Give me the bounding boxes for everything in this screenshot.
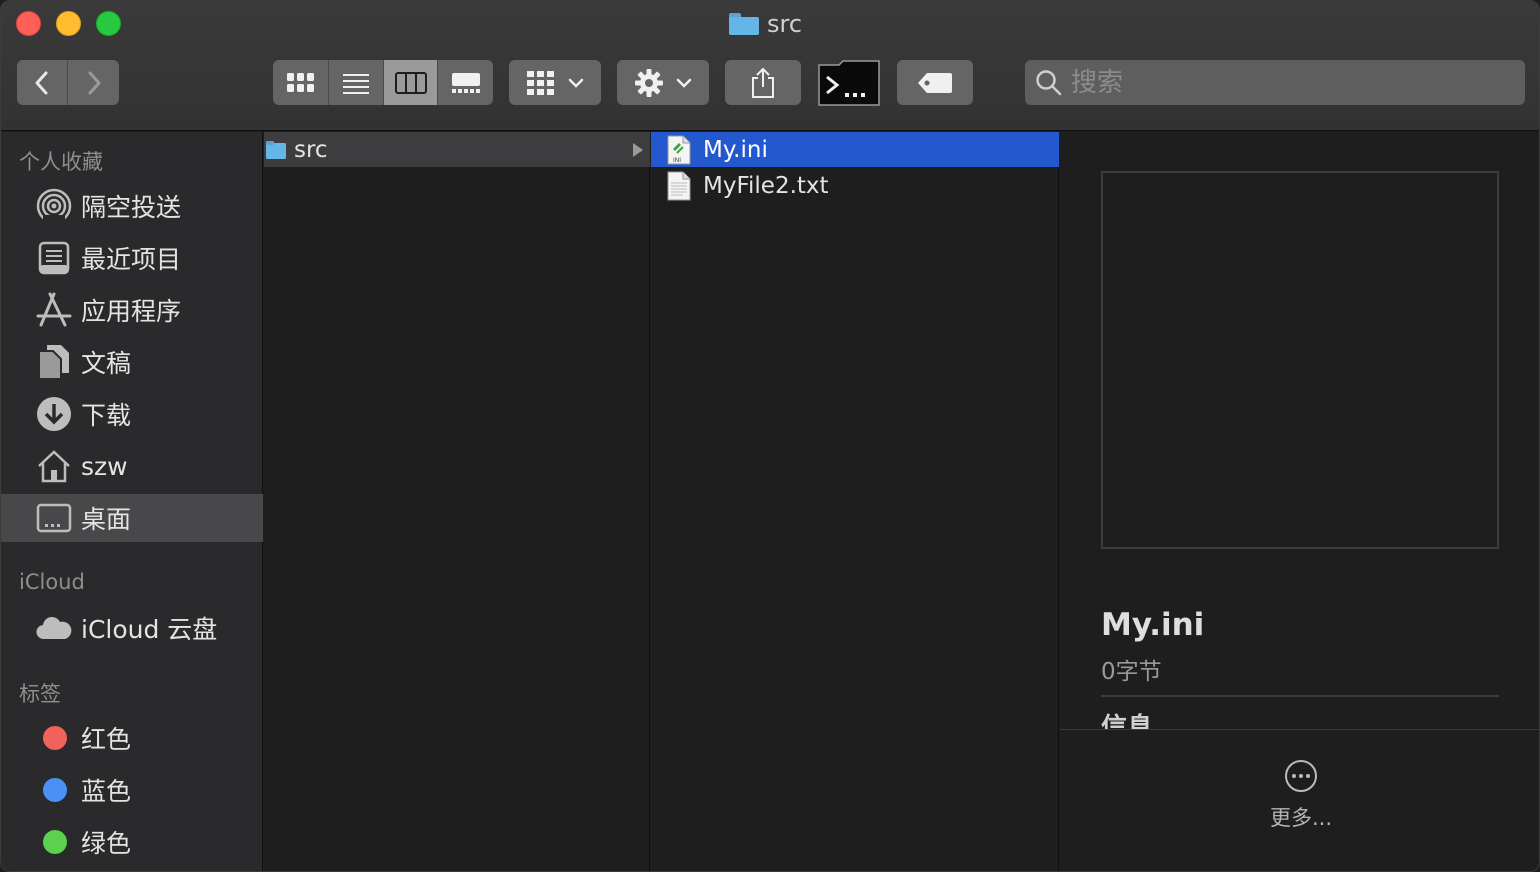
minimize-window-button[interactable] <box>56 11 81 36</box>
sidebar-item-label: iCloud 云盘 <box>81 615 218 644</box>
text-file-icon <box>667 171 691 201</box>
share-button[interactable] <box>725 60 801 105</box>
home-icon <box>35 447 73 485</box>
preview-file-name: My.ini <box>1101 607 1205 643</box>
sidebar-item-label: 桌面 <box>81 505 132 534</box>
sidebar-item-label: 文稿 <box>81 349 132 378</box>
chevron-down-icon <box>568 78 584 88</box>
columns-icon <box>394 71 427 94</box>
tags-button[interactable] <box>897 60 973 105</box>
sidebar-item-home[interactable]: szw <box>1 442 263 490</box>
folder-icon <box>729 13 759 35</box>
icon-view-button[interactable] <box>273 60 329 105</box>
forward-button[interactable] <box>68 60 119 105</box>
tag-icon <box>918 72 952 93</box>
list-item[interactable]: src <box>264 132 650 167</box>
item-name: src <box>294 136 328 163</box>
sidebar-item-documents[interactable]: 文稿 <box>1 338 263 386</box>
divider <box>1101 695 1499 697</box>
sidebar-item-label: szw <box>81 451 128 481</box>
window-title: src <box>729 9 802 39</box>
disclosure-arrow-icon <box>633 143 643 157</box>
sidebar-item-label: 应用程序 <box>81 297 182 326</box>
sidebar-item-applications[interactable]: 应用程序 <box>1 286 263 334</box>
more-label: 更多... <box>1269 806 1333 830</box>
sidebar-item-label: 红色 <box>81 725 132 754</box>
zoom-window-button[interactable] <box>96 11 121 36</box>
chevron-left-icon <box>35 71 48 94</box>
recents-icon <box>35 239 73 277</box>
toolbar: src <box>1 1 1539 131</box>
chevron-down-icon <box>676 78 692 88</box>
sidebar-item-label: 隔空投送 <box>81 193 182 222</box>
action-menu-button[interactable] <box>617 60 709 105</box>
sidebar-item-downloads[interactable]: 下载 <box>1 390 263 438</box>
preview-info-heading: 信息 <box>1101 713 1154 729</box>
favorites-section-title: 个人收藏 <box>19 150 103 174</box>
group-by-button[interactable] <box>509 60 601 105</box>
search-field[interactable] <box>1025 60 1525 105</box>
chevron-right-icon <box>88 71 100 94</box>
documents-icon <box>35 343 73 381</box>
sidebar-tag-red[interactable]: 红色 <box>1 714 263 762</box>
close-window-button[interactable] <box>16 11 41 36</box>
list-view-button[interactable] <box>329 60 384 105</box>
sidebar: 个人收藏 隔空投送 最近项目 应用程序 文稿 下载 szw 桌面 iCloud … <box>1 132 263 871</box>
navigation-group <box>17 60 119 105</box>
desktop-icon <box>35 499 73 537</box>
icloud-section-title: iCloud <box>19 570 85 594</box>
sidebar-item-label: 蓝色 <box>81 777 132 806</box>
preview-file-size: 0字节 <box>1101 659 1162 685</box>
folder-icon <box>266 140 286 160</box>
list-item[interactable]: INI My.ini <box>651 132 1059 167</box>
cloud-icon <box>35 609 73 647</box>
gear-icon <box>635 68 663 97</box>
applications-icon <box>35 291 73 329</box>
svg-text:INI: INI <box>673 157 681 164</box>
list-item[interactable]: MyFile2.txt <box>651 168 1059 203</box>
preview-thumbnail <box>1101 171 1499 549</box>
search-input[interactable] <box>1071 67 1491 98</box>
preview-pane: My.ini 0字节 信息 更多... <box>1060 132 1539 871</box>
sidebar-tag-green[interactable]: 绿色 <box>1 818 263 866</box>
column-view-button[interactable] <box>384 60 438 105</box>
ini-file-icon: INI <box>667 135 691 165</box>
open-terminal-button[interactable] <box>817 59 881 106</box>
tags-section-title: 标签 <box>19 682 61 706</box>
grid-group-icon <box>527 70 554 95</box>
sidebar-item-label: 绿色 <box>81 829 132 858</box>
gallery-view-button[interactable] <box>438 60 493 105</box>
more-button[interactable]: 更多... <box>1268 760 1334 836</box>
divider <box>1060 729 1539 730</box>
blue-tag-dot <box>43 778 67 802</box>
view-mode-group <box>273 60 493 105</box>
sidebar-item-label: 下载 <box>81 401 132 430</box>
sidebar-item-label: 最近项目 <box>81 245 182 274</box>
red-tag-dot <box>43 726 67 750</box>
sidebar-item-airdrop[interactable]: 隔空投送 <box>1 182 263 230</box>
browser-column-2: INI My.ini MyFile2.txt <box>651 132 1059 871</box>
window-title-text: src <box>767 10 803 38</box>
downloads-icon <box>35 395 73 433</box>
sidebar-item-desktop[interactable]: 桌面 <box>1 494 263 542</box>
ellipsis-icon <box>1285 760 1317 792</box>
search-icon <box>1036 69 1062 95</box>
airdrop-icon <box>35 187 73 225</box>
grid-icon <box>286 72 314 92</box>
gallery-icon <box>451 72 480 93</box>
sidebar-item-recents[interactable]: 最近项目 <box>1 234 263 282</box>
list-icon <box>343 73 369 94</box>
back-button[interactable] <box>17 60 68 105</box>
sidebar-item-icloud-drive[interactable]: iCloud 云盘 <box>1 604 263 652</box>
item-name: MyFile2.txt <box>703 172 829 199</box>
sidebar-tag-blue[interactable]: 蓝色 <box>1 766 263 814</box>
terminal-icon <box>818 59 880 106</box>
green-tag-dot <box>43 830 67 854</box>
item-name: My.ini <box>703 136 768 163</box>
share-icon <box>752 67 774 98</box>
browser-column-1: src <box>264 132 650 871</box>
finder-window: src 搜索 个人收藏 隔空投送 最近项目 应用程序 文稿 下载 szw 桌面 … <box>0 0 1540 872</box>
